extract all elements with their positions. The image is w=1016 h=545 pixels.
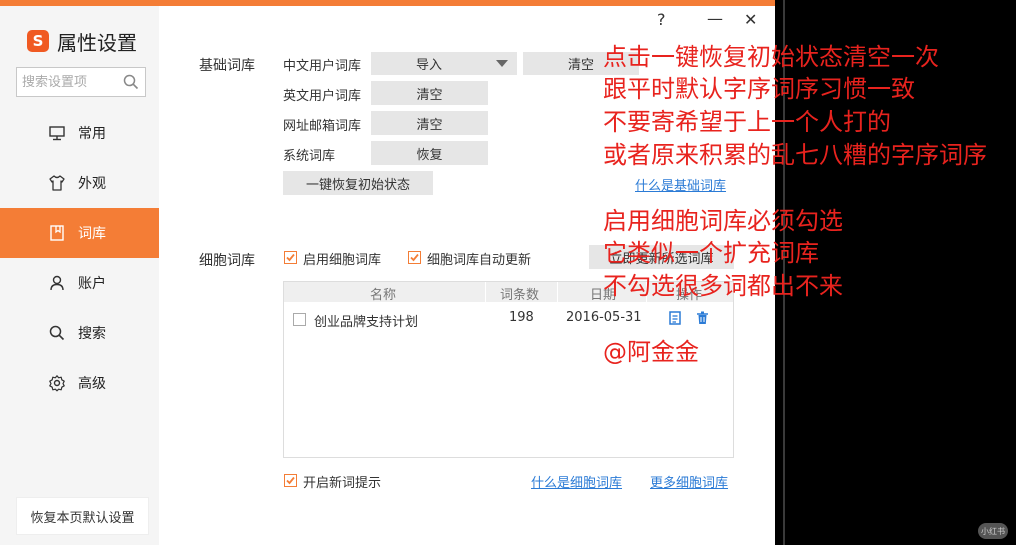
sidebar-item-account[interactable]: 账户 [0,258,159,308]
sidebar-item-label: 高级 [78,376,106,392]
sidebar-item-advanced[interactable]: 高级 [0,358,159,408]
minimize-icon[interactable]: — [707,9,723,28]
book-icon [50,225,64,241]
monitor-icon [49,126,65,141]
checkmark-icon [410,253,419,262]
help-icon[interactable]: ? [657,10,666,29]
annotation-line-6: 它类似一个扩充词库 [603,239,819,267]
english-dict-clear-button[interactable]: 清空 [371,81,488,105]
cell-dict-auto-update-label[interactable]: 细胞词库自动更新 [427,249,531,268]
new-word-tip-label[interactable]: 开启新词提示 [303,472,381,491]
annotation-line-1: 点击一键恢复初始状态清空一次 [603,43,939,71]
gear-icon [49,375,65,392]
close-icon[interactable]: ✕ [744,10,757,29]
trash-icon[interactable] [696,311,709,325]
checkmark-icon [286,476,295,485]
sidebar-item-label: 常用 [78,126,106,142]
restore-initial-state-button[interactable]: 一键恢复初始状态 [283,171,433,195]
shirt-icon [49,175,65,191]
cell-dict-table: 名称 词条数 日期 操作 创业品牌支持计划 198 2016-05-31 [283,281,734,458]
settings-search-box[interactable] [16,67,146,97]
what-is-cell-dict-link[interactable]: 什么是细胞词库 [531,472,622,491]
annotation-line-3: 不要寄希望于上一个人打的 [603,108,891,136]
enable-cell-dict-label[interactable]: 启用细胞词库 [303,249,381,268]
sidebar-item-dictionary[interactable]: 词库 [0,208,159,258]
url-email-dict-clear-button[interactable]: 清空 [371,111,488,135]
sidebar-item-common[interactable]: 常用 [0,108,159,158]
sidebar-item-label: 搜索 [78,326,106,342]
document-icon[interactable] [669,311,681,325]
import-button[interactable]: 导入 [371,52,517,75]
sidebar-nav: 常用 外观 词库 账户 搜索 高级 [0,108,159,408]
cell-dict-section-label: 细胞词库 [199,253,255,269]
what-is-basic-dict-link[interactable]: 什么是基础词库 [635,175,726,194]
chinese-user-dict-label: 中文用户词库 [283,59,362,74]
dropdown-arrow-icon[interactable] [496,60,508,68]
sidebar-item-appearance[interactable]: 外观 [0,158,159,208]
row-checkbox[interactable] [293,313,306,326]
column-header-name: 名称 [370,288,397,303]
restore-page-defaults-button[interactable]: 恢复本页默认设置 [16,497,149,535]
search-icon[interactable] [123,74,139,90]
sogou-logo-icon: S [27,30,49,52]
annotation-line-2: 跟平时默认字序词序习惯一致 [603,75,915,103]
import-button-label: 导入 [415,58,442,73]
enable-cell-dict-checkbox[interactable] [284,251,297,264]
sidebar-item-search[interactable]: 搜索 [0,308,159,358]
window-title: 属性设置 [57,30,137,55]
url-email-dict-label: 网址邮箱词库 [283,119,362,134]
app-header: S 属性设置 [27,26,137,56]
more-cell-dicts-link[interactable]: 更多细胞词库 [650,472,728,491]
system-dict-label: 系统词库 [283,149,336,164]
sidebar-item-label: 账户 [78,276,106,292]
basic-dict-section-label: 基础词库 [199,58,255,74]
row-date: 2016-05-31 [566,310,642,325]
sidebar-item-label: 外观 [78,176,106,192]
new-word-tip-checkbox[interactable] [284,474,297,487]
system-dict-restore-button[interactable]: 恢复 [371,141,488,165]
column-header-count: 词条数 [500,288,540,303]
cell-dict-auto-update-checkbox[interactable] [408,251,421,264]
annotation-author: @阿金金 [603,338,699,366]
search-icon [49,325,65,341]
row-dict-name: 创业品牌支持计划 [314,315,419,330]
user-icon [50,275,64,291]
english-user-dict-label: 英文用户词库 [283,89,362,104]
annotation-line-5: 启用细胞词库必须勾选 [603,207,843,235]
annotation-line-7: 不勾选很多词都出不来 [603,272,843,300]
settings-search-input[interactable] [22,73,117,91]
sidebar: S 属性设置 常用 外观 词库 账户 [0,6,159,545]
annotation-line-4: 或者原来积累的乱七八糟的字序词序 [603,141,987,169]
watermark-badge: 小红书 [978,523,1008,539]
sidebar-item-label: 词库 [78,226,106,242]
checkmark-icon [286,253,295,262]
row-entry-count: 198 [509,310,534,325]
